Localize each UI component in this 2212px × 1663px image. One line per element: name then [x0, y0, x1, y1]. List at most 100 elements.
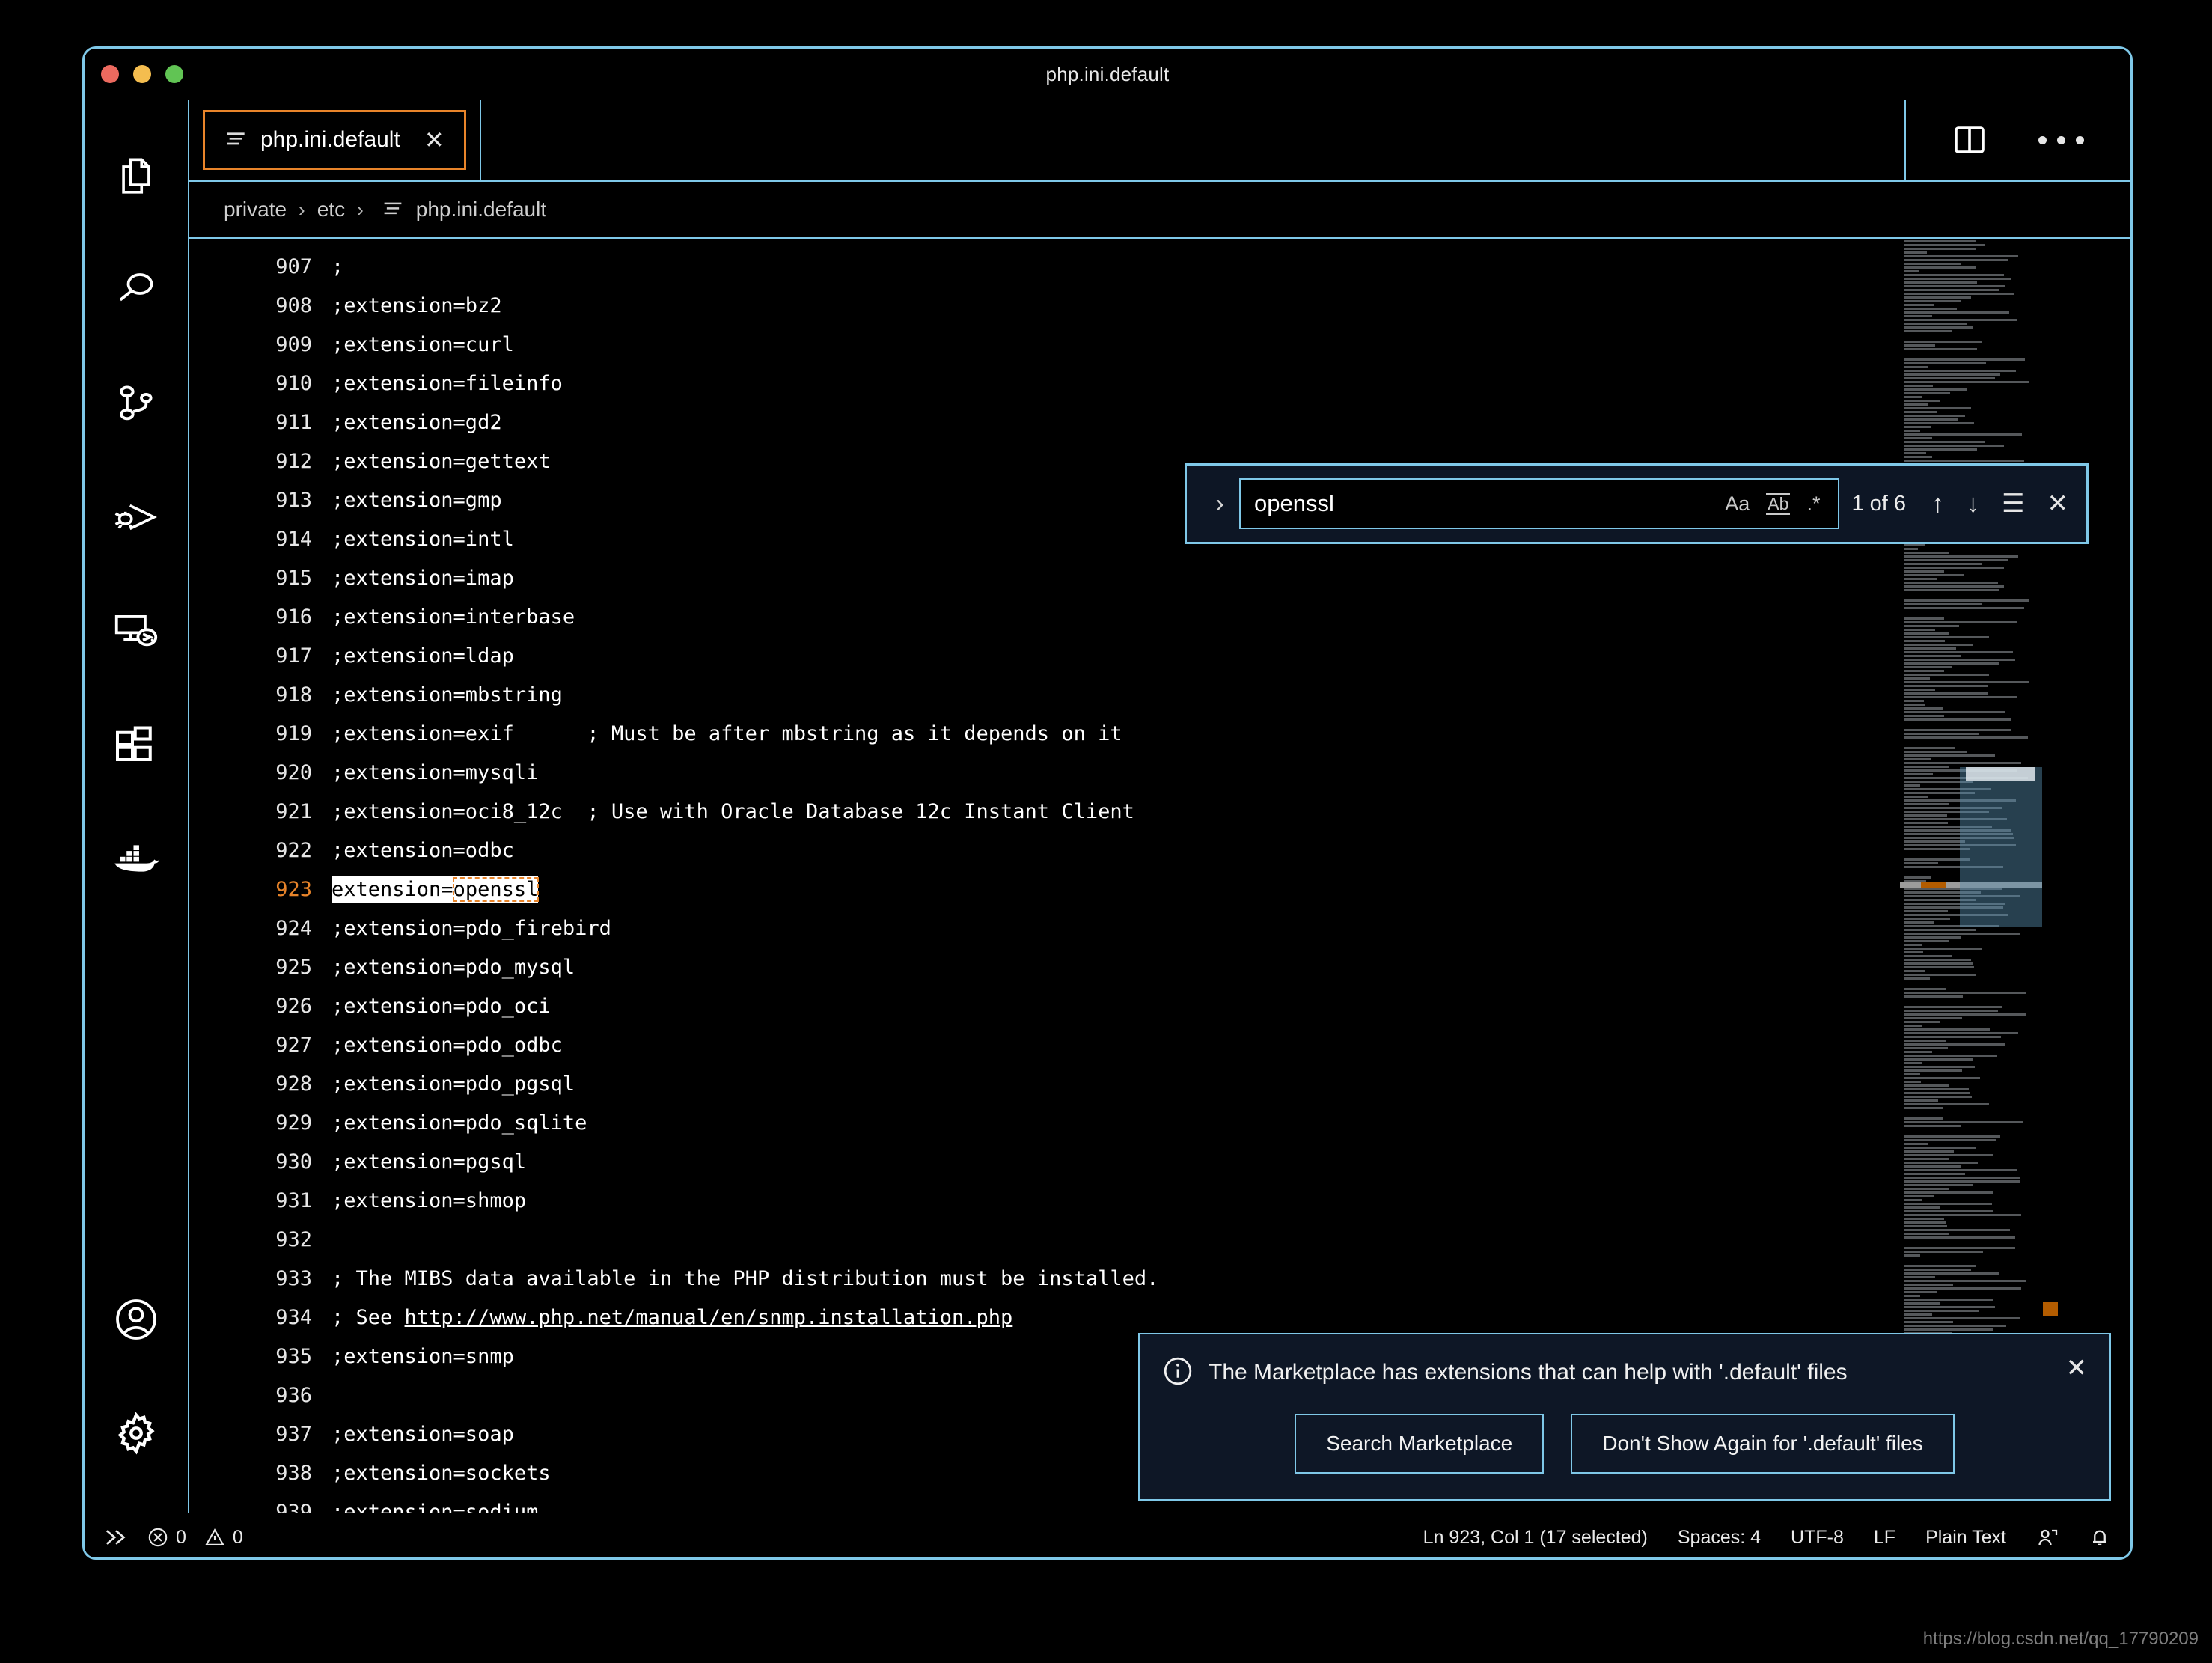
sidebar-item-docker[interactable] — [85, 802, 189, 915]
minimap-line — [1904, 1328, 1993, 1331]
breadcrumb-item-file[interactable]: php.ini.default — [416, 198, 546, 222]
minimap-line — [1904, 1310, 1979, 1312]
minimap[interactable] — [1900, 239, 2042, 1513]
minimize-window-button[interactable] — [133, 65, 151, 83]
code-line[interactable]: 918 ;extension=mbstring — [189, 676, 2130, 715]
find-in-selection-button[interactable]: ☰ — [2002, 491, 2024, 516]
code-line[interactable]: 926 ;extension=pdo_oci — [189, 987, 2130, 1026]
close-tab-button[interactable]: ✕ — [424, 128, 444, 152]
toggle-replace-button[interactable]: › — [1200, 489, 1239, 519]
minimap-line — [1904, 293, 2014, 295]
sidebar-item-extensions[interactable] — [85, 688, 189, 802]
code-line[interactable]: 921 ;extension=oci8_12c ; Use with Oracle… — [189, 793, 2130, 832]
code-line[interactable]: 931 ;extension=shmop — [189, 1182, 2130, 1221]
minimap-line — [1904, 1099, 1938, 1102]
minimap-line — [1904, 1043, 2005, 1046]
minimap-line — [1904, 1081, 1921, 1083]
source-control-icon — [114, 382, 158, 425]
sidebar-item-remote-explorer[interactable] — [85, 574, 189, 688]
code-line[interactable]: 920 ;extension=mysqli — [189, 754, 2130, 793]
minimap-line — [1904, 308, 1957, 310]
search-marketplace-button[interactable]: Search Marketplace — [1295, 1414, 1545, 1474]
bell-icon[interactable] — [2089, 1526, 2111, 1548]
code-line[interactable]: 929 ;extension=pdo_sqlite — [189, 1104, 2130, 1143]
minimap-line — [1904, 1247, 2015, 1249]
code-content[interactable]: 907; 908 ;extension=bz2 909 ;extension=curl 9… — [189, 239, 2130, 1513]
sidebar-item-search[interactable] — [85, 233, 189, 347]
feedback-icon[interactable] — [2036, 1526, 2059, 1548]
code-link[interactable]: http://www.php.net/manual/en/snmp.instal… — [405, 1306, 1013, 1329]
code-line[interactable]: 933 ; The MIBS data available in the PHP … — [189, 1260, 2130, 1299]
encoding-setting[interactable]: UTF-8 — [1791, 1527, 1844, 1548]
remote-window-indicator[interactable] — [104, 1527, 128, 1548]
close-notification-button[interactable]: ✕ — [2054, 1355, 2088, 1381]
zoom-window-button[interactable] — [165, 65, 183, 83]
find-input[interactable] — [1253, 489, 1726, 518]
language-mode[interactable]: Plain Text — [1925, 1527, 2006, 1548]
sidebar-item-source-control[interactable] — [85, 347, 189, 460]
code-line[interactable]: 923 extension=openssl — [189, 870, 2130, 909]
minimap-line — [1904, 936, 1961, 939]
minimap-line — [1904, 1265, 1976, 1267]
eol-setting[interactable]: LF — [1874, 1527, 1895, 1548]
minimap-line — [1904, 441, 1985, 443]
breadcrumb-item-private[interactable]: private — [224, 198, 287, 222]
code-line[interactable]: 909 ;extension=curl — [189, 326, 2130, 364]
code-line[interactable]: 924 ;extension=pdo_firebird — [189, 909, 2130, 948]
minimap-line — [1904, 700, 1924, 702]
code-line[interactable]: 919 ;extension=exif ; Must be after mbstr… — [189, 715, 2130, 754]
minimap-line — [1904, 341, 1982, 343]
close-window-button[interactable] — [101, 65, 119, 83]
sidebar-item-manage[interactable] — [85, 1376, 189, 1513]
code-line[interactable]: 928 ;extension=pdo_pgsql — [189, 1065, 2130, 1104]
line-number: 937 — [275, 1423, 312, 1446]
line-text: ;extension=pdo_odbc — [332, 1034, 563, 1057]
minimap-line — [1904, 392, 1950, 394]
match-case-option[interactable]: Aa — [1725, 493, 1750, 514]
activity-bar — [85, 100, 189, 1513]
overview-ruler[interactable] — [2042, 239, 2059, 1513]
close-find-button[interactable]: ✕ — [2047, 491, 2069, 516]
status-bar-problems[interactable]: 0 0 — [147, 1527, 243, 1548]
code-line[interactable]: 925 ;extension=pdo_mysql — [189, 948, 2130, 987]
code-line[interactable]: 907; — [189, 248, 2130, 287]
code-line[interactable]: 934 ; See http://www.php.net/manual/en/sn… — [189, 1299, 2130, 1337]
previous-match-button[interactable]: ↑ — [1931, 491, 1944, 516]
code-line[interactable]: 922 ;extension=odbc — [189, 832, 2130, 870]
breadcrumb-item-etc[interactable]: etc — [317, 198, 345, 222]
find-input-wrapper[interactable]: Aa Ab .* — [1239, 478, 1840, 529]
next-match-button[interactable]: ↓ — [1967, 491, 1979, 516]
sidebar-item-run-and-debug[interactable] — [85, 460, 189, 574]
files-icon — [114, 154, 158, 198]
minimap-line — [1904, 1225, 1947, 1227]
code-line[interactable]: 916 ;extension=interbase — [189, 598, 2130, 637]
code-line[interactable]: 927 ;extension=pdo_odbc — [189, 1026, 2130, 1065]
sidebar-item-explorer[interactable] — [85, 119, 189, 233]
dont-show-again-button[interactable]: Don't Show Again for '.default' files — [1571, 1414, 1955, 1474]
minimap-line — [1904, 296, 1971, 299]
indentation-setting[interactable]: Spaces: 4 — [1678, 1527, 1761, 1548]
line-text: ;extension=sockets — [332, 1462, 551, 1485]
code-line[interactable]: 908 ;extension=bz2 — [189, 287, 2130, 326]
code-line[interactable]: 910 ;extension=fileinfo — [189, 364, 2130, 403]
minimap-line — [1904, 1062, 1922, 1064]
traffic-lights[interactable] — [101, 65, 183, 83]
sidebar-item-accounts[interactable] — [85, 1263, 189, 1376]
code-line[interactable]: 915 ;extension=imap — [189, 559, 2130, 598]
code-line[interactable]: 917 ;extension=ldap — [189, 637, 2130, 676]
minimap-line — [1904, 1188, 1949, 1190]
more-actions-icon[interactable] — [2038, 135, 2084, 144]
minimap-line — [1904, 415, 1965, 417]
tab-php-ini-default[interactable]: php.ini.default ✕ — [203, 110, 466, 170]
minimap-line — [1904, 1173, 1965, 1175]
split-editor-icon[interactable] — [1953, 125, 1986, 155]
search-icon — [114, 267, 159, 312]
code-line[interactable]: 911 ;extension=gd2 — [189, 403, 2130, 442]
cursor-position[interactable]: Ln 923, Col 1 (17 selected) — [1423, 1527, 1648, 1548]
use-regex-option[interactable]: .* — [1806, 493, 1820, 514]
code-line[interactable]: 932 — [189, 1221, 2130, 1260]
match-whole-word-option[interactable]: Ab — [1766, 492, 1791, 515]
minimap-line — [1904, 651, 2013, 653]
minimap-slider[interactable] — [1960, 767, 2042, 927]
code-line[interactable]: 930 ;extension=pgsql — [189, 1143, 2130, 1182]
